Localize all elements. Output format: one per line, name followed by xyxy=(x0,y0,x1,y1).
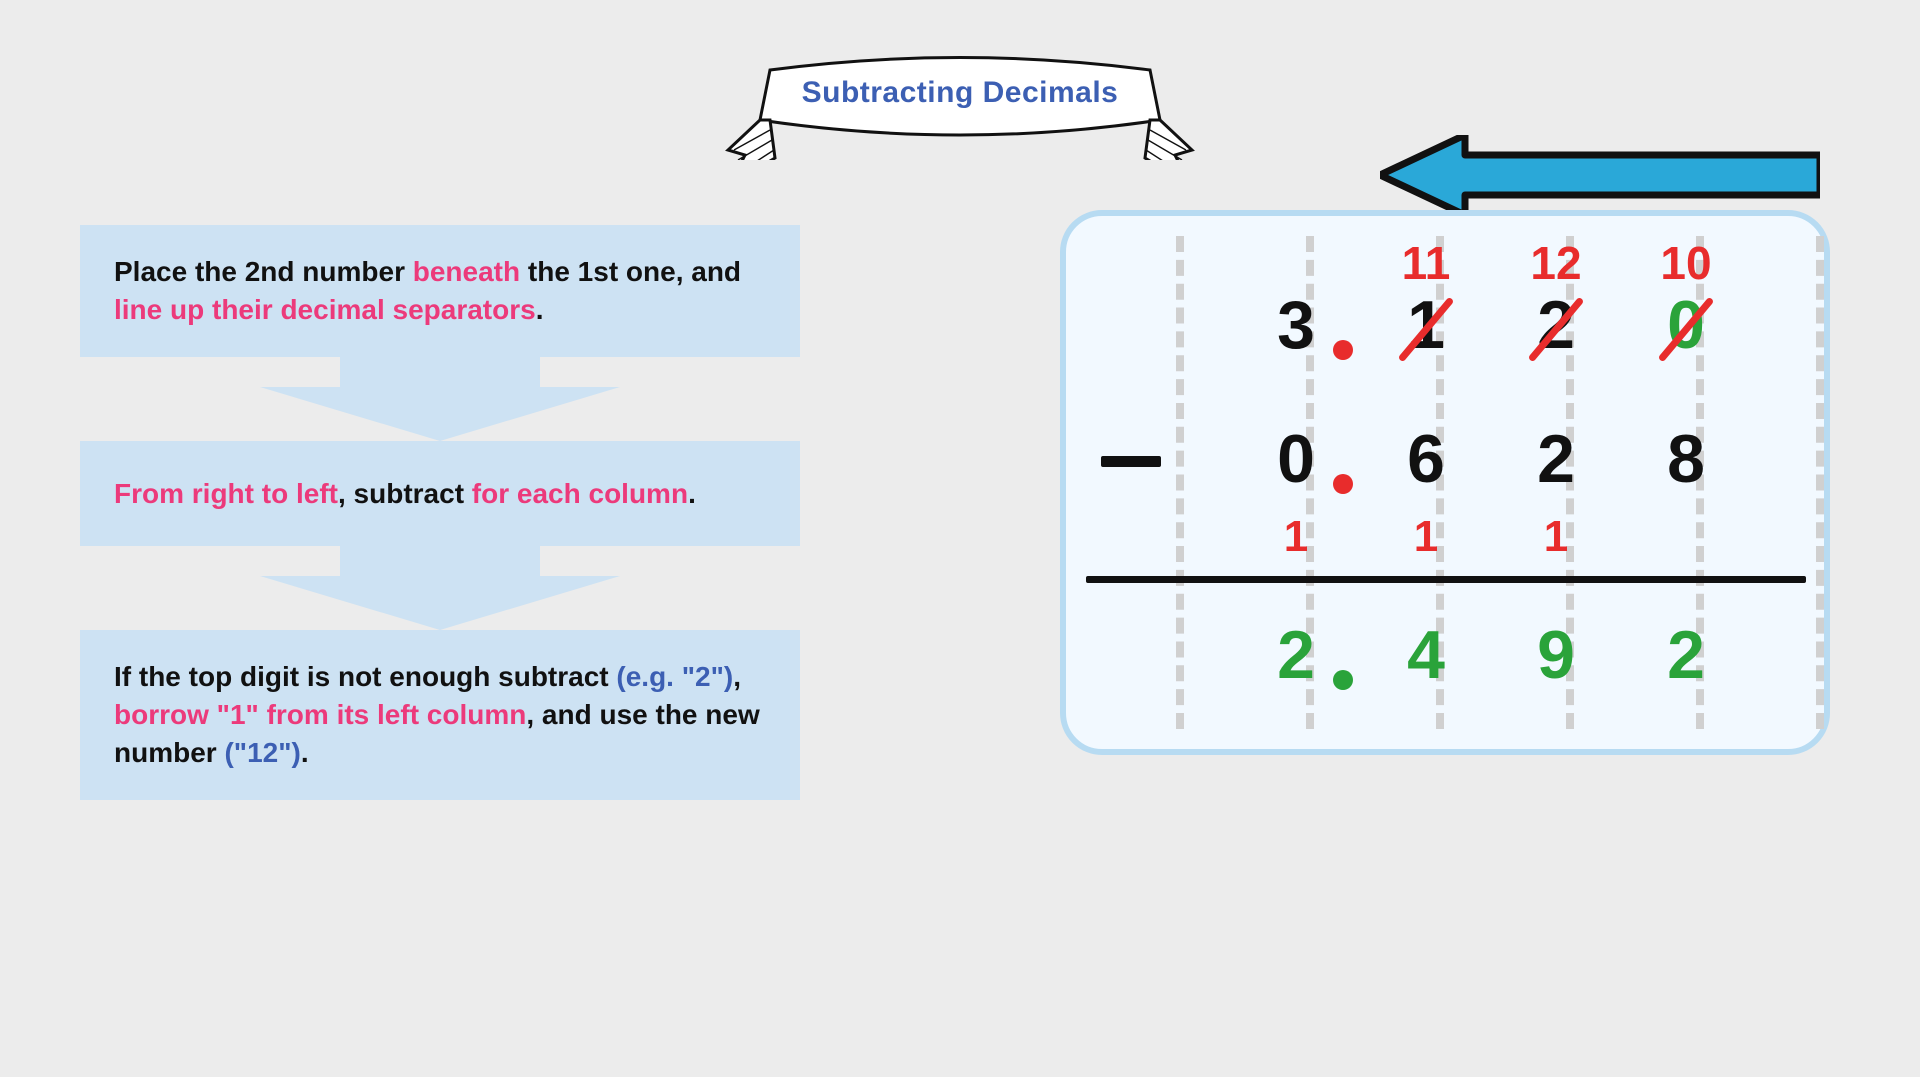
step-2: From right to left, subtract for each co… xyxy=(80,441,800,547)
step-2-highlight-1: From right to left xyxy=(114,478,338,509)
step-1: Place the 2nd number beneath the 1st one… xyxy=(80,225,800,357)
step-3-text-b: , xyxy=(733,661,741,692)
step-1-highlight-2: line up their decimal separators xyxy=(114,294,536,325)
step-3-text-a: If the top digit is not enough subtract xyxy=(114,661,616,692)
minus-sign xyxy=(1101,456,1161,467)
decimal-point-mid xyxy=(1333,474,1353,494)
borrow-c4: 12 xyxy=(1501,236,1611,290)
step-2-text-a: , subtract xyxy=(338,478,472,509)
flow-arrow-1 xyxy=(80,357,800,441)
carry-c3: 1 xyxy=(1371,512,1481,562)
r2-c3: 6 xyxy=(1371,420,1481,498)
result-line xyxy=(1086,576,1806,583)
borrow-c3: 11 xyxy=(1371,236,1481,290)
steps-column: Place the 2nd number beneath the 1st one… xyxy=(80,225,800,800)
step-3-blue-1: (e.g. "2") xyxy=(616,661,733,692)
res-c3: 4 xyxy=(1371,616,1481,694)
carry-c2: 1 xyxy=(1241,512,1351,562)
step-2-text-b: . xyxy=(688,478,696,509)
r2-c5: 8 xyxy=(1631,420,1741,498)
r2-c4: 2 xyxy=(1501,420,1611,498)
step-3-highlight-1: borrow "1" from its left column xyxy=(114,699,526,730)
step-1-text-c: . xyxy=(536,294,544,325)
carry-c4: 1 xyxy=(1501,512,1611,562)
step-1-text-b: the 1st one, and xyxy=(520,256,741,287)
decimal-point-top xyxy=(1333,340,1353,360)
step-1-highlight-1: beneath xyxy=(413,256,520,287)
decimal-point-result xyxy=(1333,670,1353,690)
step-2-highlight-2: for each column xyxy=(472,478,688,509)
step-3-text-d: . xyxy=(301,737,309,768)
page-title: Subtracting Decimals xyxy=(710,76,1210,110)
direction-arrow-icon xyxy=(1380,135,1820,215)
res-c4: 9 xyxy=(1501,616,1611,694)
res-c5: 2 xyxy=(1631,616,1741,694)
title-banner: Subtracting Decimals xyxy=(710,50,1210,160)
step-3-blue-2: ("12") xyxy=(224,737,300,768)
work-area: 11 12 10 3 1 2 0 0 6 2 8 1 1 1 2 4 9 2 xyxy=(1060,210,1830,755)
borrow-c5: 10 xyxy=(1631,236,1741,290)
step-3: If the top digit is not enough subtract … xyxy=(80,630,800,799)
step-1-text-a: Place the 2nd number xyxy=(114,256,413,287)
flow-arrow-2 xyxy=(80,546,800,630)
